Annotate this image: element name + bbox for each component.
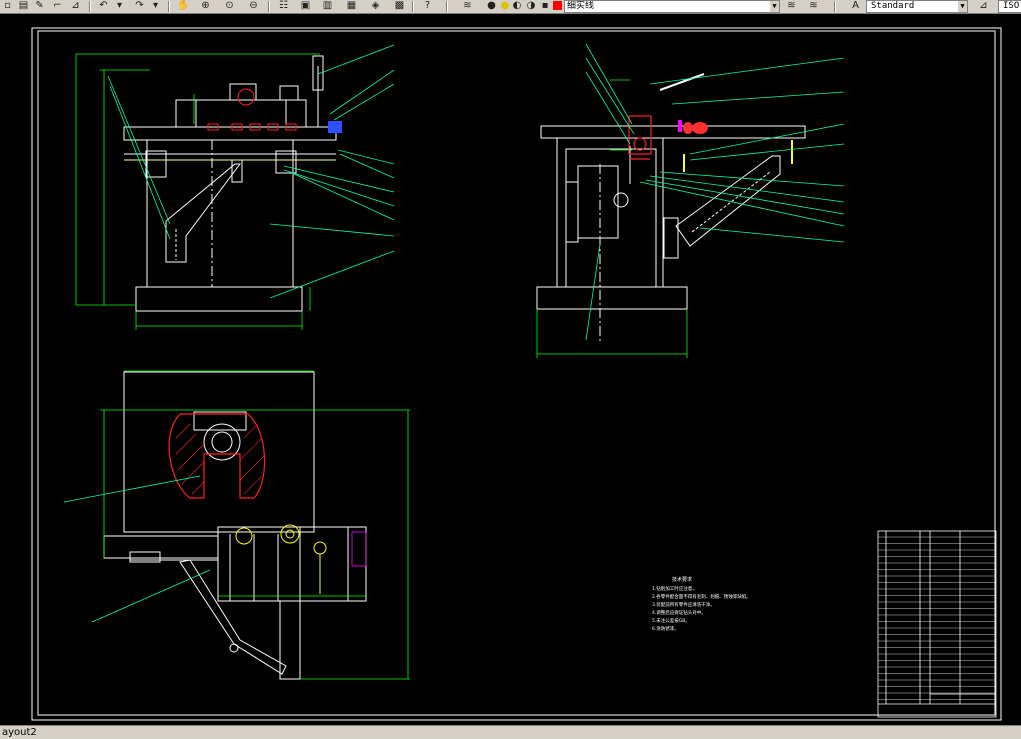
- top-view-wheels: [235, 524, 327, 594]
- lock-icon[interactable]: ◑: [526, 0, 536, 12]
- toolbar-separator: [446, 1, 448, 12]
- pencil-icon[interactable]: ✎: [32, 0, 47, 12]
- undo-icon[interactable]: ↶: [96, 0, 111, 12]
- front-view-leaders: [107, 44, 395, 299]
- front-view-dimensions: [75, 53, 320, 330]
- sun-icon[interactable]: ●: [500, 0, 510, 12]
- design-center-icon[interactable]: ▣: [298, 0, 313, 12]
- notes-line: 2.各零件配合面不得有毛刺、划痕、锈蚀等缺陷。: [652, 593, 751, 600]
- layer-manager-icon[interactable]: ≋: [460, 0, 475, 12]
- top-view-dimensions: [100, 370, 410, 680]
- front-view-wheel: [237, 88, 255, 106]
- front-view: [123, 55, 337, 312]
- textstyle-combo[interactable]: Standard ▼: [866, 0, 968, 13]
- side-view-red-knob: [683, 122, 693, 134]
- sheet-set-icon[interactable]: ▦: [344, 0, 359, 12]
- dimstyle-combo-value: ISO: [1003, 1, 1020, 11]
- notes-line: 5.未注公差按GB。: [652, 617, 690, 624]
- properties-icon[interactable]: ☷: [276, 0, 291, 12]
- cad-drawing: 技术要求 1.钻削加工时应注意。 2.各零件配合面不得有毛刺、划痕、锈蚀等缺陷。…: [31, 27, 1002, 721]
- technical-notes: 技术要求 1.钻削加工时应注意。 2.各零件配合面不得有毛刺、划痕、锈蚀等缺陷。…: [652, 576, 751, 632]
- freeze-icon[interactable]: ◐: [512, 0, 522, 12]
- tool-palettes-icon[interactable]: ▥: [320, 0, 335, 12]
- help-icon[interactable]: ?: [420, 0, 435, 12]
- layout-tab[interactable]: ayout2: [0, 726, 39, 739]
- zoom-realtime-icon[interactable]: ⊕: [198, 0, 213, 12]
- chevron-down-icon[interactable]: ▼: [770, 1, 779, 12]
- chevron-down-icon[interactable]: ▼: [958, 1, 967, 12]
- side-view-red-knob: [692, 122, 708, 134]
- markup-icon[interactable]: ◈: [368, 0, 383, 12]
- notes-line: 1.钻削加工时应注意。: [652, 585, 697, 592]
- toolbar-separator: [268, 1, 270, 12]
- toolbar-separator: [412, 1, 414, 12]
- zoom-window-icon[interactable]: ⊙: [222, 0, 237, 12]
- zoom-previous-icon[interactable]: ⊖: [246, 0, 261, 12]
- match-properties-icon[interactable]: ⊿: [68, 0, 83, 12]
- layer-combo[interactable]: 细实线 ▼: [564, 0, 780, 13]
- plot-icon[interactable]: ▪: [540, 0, 550, 12]
- dimstyle-combo[interactable]: ISO: [998, 0, 1021, 13]
- front-view-blue-part: [328, 121, 342, 133]
- status-bar: ayout2: [0, 725, 1021, 739]
- side-view: [536, 125, 806, 344]
- notes-title: 技术要求: [672, 576, 692, 583]
- dimstyle-icon[interactable]: ⊿: [976, 0, 991, 12]
- notes-line: 4.调整后应保证钻头对中。: [652, 609, 706, 616]
- layer-combo-value: 细实线: [567, 1, 595, 11]
- notes-line: 6.涂防锈漆。: [652, 625, 679, 632]
- open-icon[interactable]: ▤: [16, 0, 31, 12]
- toolbar-separator: [168, 1, 170, 12]
- textstyle-icon[interactable]: A: [848, 0, 863, 12]
- parts-list-table: [877, 530, 997, 718]
- standard-toolbar: ▫ ▤ ✎ ⌐ ⊿ ↶ ▾ ↷ ▾ ✋ ⊕ ⊙ ⊖ ☷ ▣ ▥ ▦ ◈ ▩ ? …: [0, 0, 1021, 14]
- brush-icon[interactable]: ⌐: [50, 0, 65, 12]
- bulb-icon[interactable]: ●: [484, 0, 499, 12]
- pan-icon[interactable]: ✋: [176, 0, 191, 12]
- sheet-outer-border: [31, 27, 1002, 721]
- layer-previous-icon[interactable]: ≋: [784, 0, 799, 12]
- redo-icon[interactable]: ↷: [132, 0, 147, 12]
- top-view: [103, 371, 367, 680]
- undo-dropdown-icon[interactable]: ▾: [112, 0, 127, 12]
- top-view-hatch-lines: [175, 423, 265, 495]
- layer-color-swatch: [553, 1, 562, 10]
- textstyle-combo-value: Standard: [871, 1, 915, 11]
- calculator-icon[interactable]: ▩: [392, 0, 407, 12]
- side-view-leaders: [585, 43, 845, 341]
- top-view-magenta-dim: [351, 531, 367, 567]
- top-view-hatch-section: [168, 413, 266, 499]
- redo-dropdown-icon[interactable]: ▾: [148, 0, 163, 12]
- side-view-magenta-part: [678, 120, 682, 132]
- drawing-canvas[interactable]: 技术要求 1.钻削加工时应注意。 2.各零件配合面不得有毛刺、划痕、锈蚀等缺陷。…: [0, 14, 1021, 725]
- sheet-inner-border: [37, 30, 996, 716]
- notes-line: 3.装配前所有零件应清洗干净。: [652, 601, 715, 608]
- toolbar-separator: [834, 1, 836, 12]
- top-view-leaders: [63, 475, 211, 623]
- new-icon[interactable]: ▫: [0, 0, 15, 12]
- layer-states-icon[interactable]: ≋: [806, 0, 821, 12]
- toolbar-separator: [89, 1, 91, 12]
